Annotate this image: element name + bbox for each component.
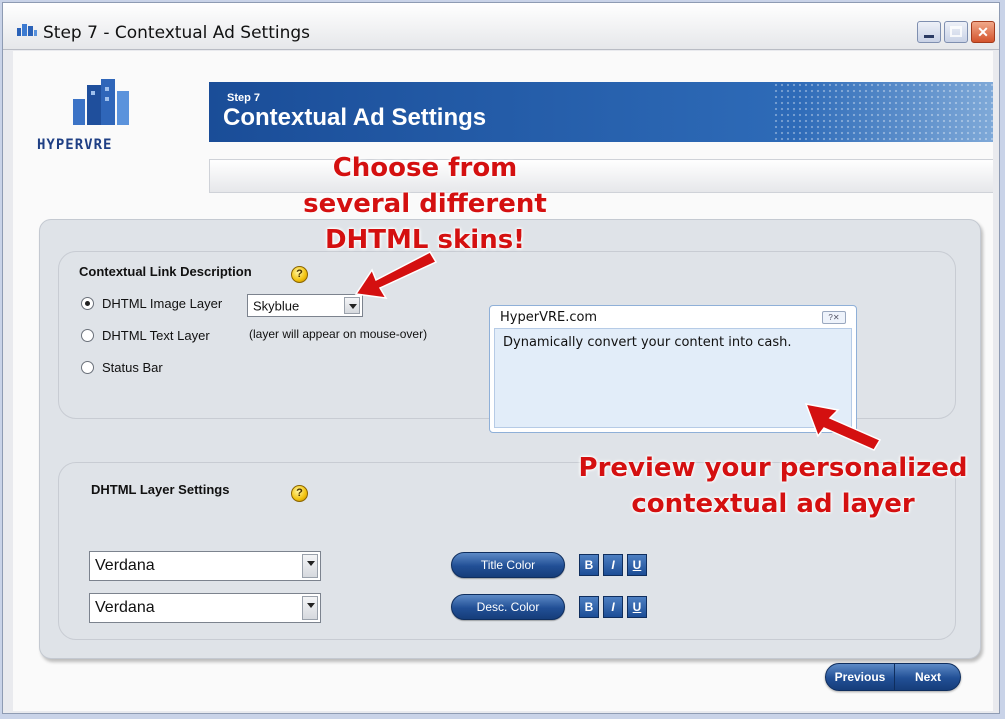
logo-text: HYPERVRE: [37, 137, 113, 153]
option-status-bar[interactable]: Status Bar: [81, 360, 163, 375]
title-bar: Step 7 - Contextual Ad Settings ✕: [3, 3, 999, 50]
skins-callout-line: Choose from: [332, 153, 518, 183]
hypervre-logo: HYPERVRE: [37, 77, 177, 157]
mouseover-note: (layer will appear on mouse-over): [249, 327, 428, 341]
desc-underline-button[interactable]: U: [627, 596, 647, 618]
preview-body: Dynamically convert your content into ca…: [494, 328, 852, 428]
preview-title: HyperVRE.com: [500, 310, 598, 325]
title-font-value: Verdana: [95, 557, 155, 574]
maximize-button[interactable]: [944, 21, 968, 43]
skins-callout-line: several different: [303, 189, 547, 219]
preview-callout-line: Preview your personalized: [578, 453, 968, 483]
app-window: Step 7 - Contextual Ad Settings ✕ HYPERV…: [2, 2, 1000, 714]
skins-callout: Choose from several different DHTML skin…: [270, 150, 580, 258]
option-dhtml-image-layer[interactable]: DHTML Image Layer: [81, 296, 222, 311]
radio-status-bar[interactable]: [81, 361, 94, 374]
maximize-icon: [950, 26, 962, 37]
logo-buildings-icon: [73, 79, 129, 125]
title-color-button[interactable]: Title Color: [451, 552, 565, 578]
preview-callout: Preview your personalized contextual ad …: [560, 450, 986, 522]
skin-select-value: Skyblue: [253, 298, 300, 313]
option-label: DHTML Text Layer: [102, 328, 210, 343]
preview-controls-icon: ?✕: [822, 311, 846, 324]
previous-button[interactable]: Previous: [826, 664, 895, 690]
next-button[interactable]: Next: [895, 664, 960, 690]
close-button[interactable]: ✕: [971, 21, 995, 43]
header-banner: Step 7 Contextual Ad Settings: [209, 82, 993, 142]
minimize-button[interactable]: [917, 21, 941, 43]
title-bold-button[interactable]: B: [579, 554, 599, 576]
radio-dhtml-text-layer[interactable]: [81, 329, 94, 342]
chevron-down-icon[interactable]: [302, 596, 318, 620]
radio-dhtml-image-layer[interactable]: [81, 297, 94, 310]
desc-color-button[interactable]: Desc. Color: [451, 594, 565, 620]
preview-arrow-icon: [804, 403, 882, 451]
desc-bold-button[interactable]: B: [579, 596, 599, 618]
window-title: Step 7 - Contextual Ad Settings: [43, 23, 311, 43]
layer-settings-heading: DHTML Layer Settings: [91, 482, 230, 497]
desc-italic-button[interactable]: I: [603, 596, 623, 618]
preview-callout-line: contextual ad layer: [631, 489, 915, 519]
option-label: Status Bar: [102, 360, 163, 375]
close-icon: ✕: [977, 24, 989, 40]
page-title: Contextual Ad Settings: [223, 104, 487, 131]
chevron-down-icon[interactable]: [302, 554, 318, 578]
skin-select[interactable]: Skyblue: [247, 294, 363, 317]
title-italic-button[interactable]: I: [603, 554, 623, 576]
skins-arrow-icon: [354, 251, 438, 299]
contextual-link-group: Contextual Link Description ? DHTML Imag…: [58, 251, 956, 433]
desc-font-select[interactable]: Verdana: [89, 593, 321, 623]
option-dhtml-text-layer[interactable]: DHTML Text Layer: [81, 328, 210, 343]
minimize-icon: [924, 35, 934, 38]
header-step: Step 7: [227, 92, 261, 104]
help-icon[interactable]: ?: [291, 485, 308, 502]
contextual-link-heading: Contextual Link Description: [79, 264, 252, 279]
option-label: DHTML Image Layer: [102, 296, 223, 311]
help-icon[interactable]: ?: [291, 266, 308, 283]
desc-font-value: Verdana: [95, 599, 155, 616]
title-font-select[interactable]: Verdana: [89, 551, 321, 581]
app-icon: [17, 24, 37, 36]
title-underline-button[interactable]: U: [627, 554, 647, 576]
wizard-nav: Previous Next: [825, 663, 961, 691]
